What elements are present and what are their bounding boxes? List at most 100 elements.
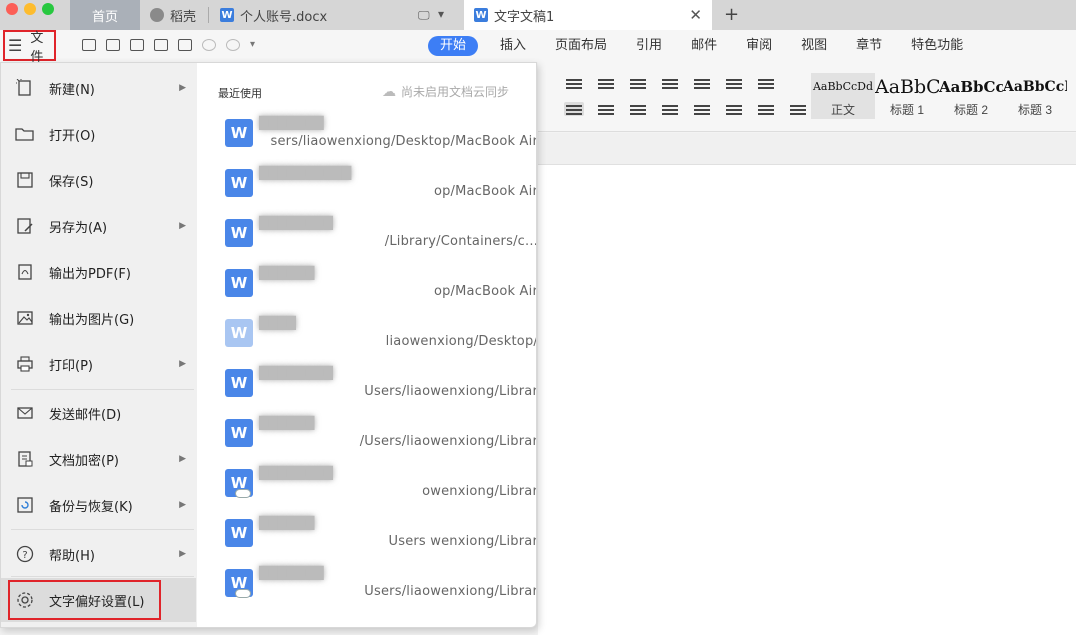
recent-file-item[interactable]: W ██████ Users wenxiong/Librar — [197, 513, 536, 563]
menu-item-backup-restore[interactable]: 备份与恢复(K) ▶ — [1, 483, 196, 527]
recent-file-item[interactable]: W ████████ /Library/Containers/c... — [197, 213, 537, 263]
menu-item-save[interactable]: 保存(S) — [1, 158, 196, 202]
file-menu-button[interactable]: ☰ 文件 — [3, 30, 56, 65]
add-tab-button[interactable]: + — [724, 4, 739, 25]
shading-icon[interactable] — [756, 102, 776, 116]
menu-item-label: 文档加密(P) — [49, 453, 119, 469]
close-window-button[interactable] — [6, 3, 18, 15]
numbered-list-icon[interactable] — [596, 76, 616, 90]
style-heading-2[interactable]: AaBbCc 标题 2 — [939, 73, 1003, 119]
borders-icon[interactable] — [788, 102, 808, 116]
distribute-icon[interactable] — [692, 102, 712, 116]
minimize-window-button[interactable] — [24, 3, 36, 15]
increase-indent-icon[interactable] — [660, 76, 680, 90]
tab-page-layout[interactable]: 页面布局 — [555, 36, 607, 56]
file-path: op/MacBook Air — [433, 284, 537, 299]
print-preview-icon[interactable] — [178, 39, 192, 51]
style-preview: AaBbCc — [939, 78, 1003, 96]
paragraph-tools-row — [564, 76, 776, 90]
chevron-right-icon: ▶ — [179, 83, 186, 93]
justify-icon[interactable] — [660, 102, 680, 116]
menu-item-label: 备份与恢复(K) — [49, 499, 133, 515]
pdf-icon — [15, 262, 35, 282]
print-icon[interactable] — [154, 39, 168, 51]
tab-mailings[interactable]: 邮件 — [691, 36, 717, 56]
document-page[interactable] — [538, 165, 1076, 635]
tab-view[interactable]: 视图 — [801, 36, 827, 56]
menu-item-print[interactable]: 打印(P) ▶ — [1, 342, 196, 386]
tab-sections[interactable]: 章节 — [856, 36, 882, 56]
zoom-window-button[interactable] — [42, 3, 54, 15]
menu-item-label: 输出为图片(G) — [49, 312, 135, 328]
bullet-list-icon[interactable] — [564, 76, 584, 90]
menu-item-label: 帮助(H) — [49, 548, 95, 564]
menu-item-export-image[interactable]: 输出为图片(G) — [1, 296, 196, 340]
menu-item-new[interactable]: 新建(N) ▶ — [1, 66, 196, 110]
tab-review[interactable]: 审阅 — [746, 36, 772, 56]
text-direction-icon[interactable] — [692, 76, 712, 90]
recent-file-item[interactable]: W ████ liaowenxiong/Desktop/ — [197, 313, 536, 363]
cloud-icon: ☁ — [382, 83, 396, 100]
style-name: 标题 2 — [953, 103, 988, 117]
tab-daoke[interactable]: 稻壳 — [140, 0, 206, 30]
menu-item-export-pdf[interactable]: 输出为PDF(F) — [1, 250, 196, 294]
recent-file-item[interactable]: W ███████ sers/liaowenxiong/Desktop/MacB… — [197, 113, 536, 163]
table-grid-icon[interactable] — [756, 76, 776, 90]
menu-item-open[interactable]: 打开(O) — [1, 112, 196, 156]
tab-home-ribbon[interactable]: 开始 — [428, 36, 479, 56]
recent-file-item[interactable]: W ██████ /Users/liaowenxiong/Librar — [197, 413, 536, 463]
chevron-down-icon[interactable]: ▾ — [438, 7, 444, 21]
style-preview: AaBbCcI — [1003, 79, 1067, 95]
tab-references[interactable]: 引用 — [636, 36, 662, 56]
file-path: /Library/Containers/c... — [384, 234, 537, 249]
align-left-icon[interactable] — [564, 102, 584, 116]
monitor-icon[interactable]: 🖵 — [418, 8, 430, 23]
tab-special-features[interactable]: 特色功能 — [911, 36, 963, 56]
align-right-icon[interactable] — [628, 102, 648, 116]
style-heading-3[interactable]: AaBbCcI 标题 3 — [1003, 73, 1067, 119]
line-spacing-icon[interactable] — [724, 102, 744, 116]
tab-insert[interactable]: 插入 — [500, 36, 526, 56]
cloud-sync-status[interactable]: ☁ 尚未启用文档云同步 — [382, 83, 509, 100]
word-doc-icon: W — [225, 369, 253, 397]
close-tab-icon[interactable]: ✕ — [689, 7, 702, 23]
recent-file-item[interactable]: W ████████ owenxiong/Librar — [197, 463, 536, 513]
recent-file-item[interactable]: W ███████ Users/liaowenxiong/Librar — [197, 563, 536, 613]
redo-icon[interactable] — [226, 39, 240, 51]
menu-item-send-email[interactable]: 发送邮件(D) — [1, 391, 196, 435]
chevron-right-icon: ▶ — [179, 359, 186, 369]
tab-document-draft[interactable]: W 文字文稿1 ✕ — [464, 0, 712, 30]
recent-file-item[interactable]: W ██████████ op/MacBook Air — [197, 163, 536, 213]
save-icon — [15, 170, 35, 190]
pdf-icon[interactable] — [130, 39, 144, 51]
alignment-tools-row — [564, 102, 808, 116]
style-name: 标题 1 — [889, 103, 924, 117]
word-doc-icon: W — [225, 119, 253, 147]
style-normal[interactable]: AaBbCcDd 正文 — [811, 73, 875, 119]
menu-item-help[interactable]: ? 帮助(H) ▶ — [1, 532, 196, 576]
cloud-badge-icon — [235, 489, 251, 498]
file-name-redacted: ████████ — [259, 216, 333, 230]
menu-item-save-as[interactable]: 另存为(A) ▶ — [1, 204, 196, 248]
file-name-redacted: ████████ — [259, 466, 333, 480]
undo-icon[interactable] — [202, 39, 216, 51]
recent-file-item[interactable]: W ████████ Users/liaowenxiong/Librar — [197, 363, 536, 413]
title-bar: 首页 稻壳 W 个人账号.docx 🖵 ▾ W 文字文稿1 ✕ + — [0, 0, 1076, 30]
align-center-icon[interactable] — [596, 102, 616, 116]
chevron-right-icon: ▶ — [179, 221, 186, 231]
menu-item-encrypt[interactable]: 文档加密(P) ▶ — [1, 437, 196, 481]
tab-home[interactable]: 首页 — [70, 0, 140, 30]
chevron-right-icon: ▶ — [179, 549, 186, 559]
line-break-icon[interactable] — [724, 76, 744, 90]
word-doc-icon: W — [474, 8, 488, 22]
customize-toolbar-icon[interactable]: ▾ — [250, 39, 260, 51]
save-icon[interactable] — [106, 39, 120, 51]
recent-file-item[interactable]: W ██████ op/MacBook Air — [197, 263, 537, 313]
style-heading-1[interactable]: AaBbC 标题 1 — [875, 73, 939, 119]
file-name-redacted: ███████ — [259, 566, 324, 580]
file-name-redacted: ██████████ — [259, 166, 352, 180]
mail-icon — [15, 403, 35, 423]
open-icon[interactable] — [82, 39, 96, 51]
chevron-right-icon: ▶ — [179, 454, 186, 464]
decrease-indent-icon[interactable] — [628, 76, 648, 90]
